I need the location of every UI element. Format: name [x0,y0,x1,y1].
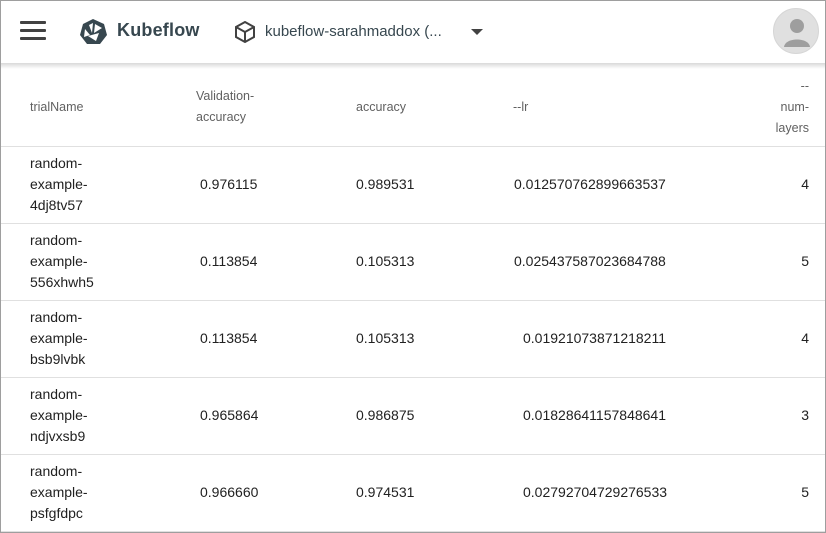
trial-name-cell: random- example- ndjvxsb9 [1,377,164,455]
namespace-label: kubeflow-sarahmaddox (... [265,23,442,40]
column-header-accuracy[interactable]: accuracy [321,69,478,147]
num-layers-cell: 5 [740,454,825,532]
trial-name-cell: random- example- psfgfdpc [1,454,164,532]
table-row[interactable]: random- example- bsb9lvbk 0.113854 0.105… [1,300,825,378]
column-header-validation-accuracy[interactable]: Validation- accuracy [164,69,321,147]
accuracy-cell: 0.986875 [321,377,478,455]
column-header-num-layers[interactable]: -- num- layers [740,69,825,147]
accuracy-cell: 0.105313 [321,223,478,301]
column-header-lr[interactable]: --lr [478,69,740,147]
lr-cell: 0.012570762899663537 [478,146,740,224]
table-row[interactable]: random- example- ndjvxsb9 0.965864 0.986… [1,377,825,455]
accuracy-cell: 0.974531 [321,454,478,532]
trial-name-cell: random- example- bsb9lvbk [1,300,164,378]
trial-name-cell: random- example- 556xhwh5 [1,223,164,301]
validation-accuracy-cell: 0.966660 [164,454,321,532]
lr-cell: 0.02792704729276533 [478,454,740,532]
table-header-row: trialName Validation- accuracy accuracy … [1,69,825,147]
accuracy-cell: 0.105313 [321,300,478,378]
avatar [784,19,810,47]
kubeflow-logo[interactable] [79,18,107,46]
num-layers-cell: 4 [740,146,825,224]
lr-cell: 0.01828641157848641 [478,377,740,455]
trial-name-cell: random- example- 4dj8tv57 [1,146,164,224]
num-layers-cell: 3 [740,377,825,455]
lr-cell: 0.01921073871218211 [478,300,740,378]
validation-accuracy-cell: 0.113854 [164,223,321,301]
validation-accuracy-cell: 0.113854 [164,300,321,378]
table-row[interactable]: random- example- 4dj8tv57 0.976115 0.989… [1,146,825,224]
caret-down-icon [471,29,483,35]
num-layers-cell: 4 [740,300,825,378]
top-app-bar: Kubeflow kubeflow-sarahmaddox (... [1,1,825,63]
accuracy-cell: 0.989531 [321,146,478,224]
validation-accuracy-cell: 0.965864 [164,377,321,455]
account-circle-icon[interactable] [773,8,819,54]
kubeflow-page: Kubeflow kubeflow-sarahmaddox (... trial… [0,0,826,533]
table-row[interactable]: random- example- psfgfdpc 0.966660 0.974… [1,454,825,532]
namespace-selector[interactable]: kubeflow-sarahmaddox (... [233,17,493,47]
lr-cell: 0.025437587023684788 [478,223,740,301]
hamburger-menu-icon[interactable] [20,20,46,42]
table-row[interactable]: random- example- 556xhwh5 0.113854 0.105… [1,223,825,301]
trials-table: trialName Validation- accuracy accuracy … [1,69,825,532]
num-layers-cell: 5 [740,223,825,301]
cube-icon [235,21,255,43]
brand-name[interactable]: Kubeflow [117,20,200,41]
validation-accuracy-cell: 0.976115 [164,146,321,224]
column-header-trial-name[interactable]: trialName [1,69,164,147]
